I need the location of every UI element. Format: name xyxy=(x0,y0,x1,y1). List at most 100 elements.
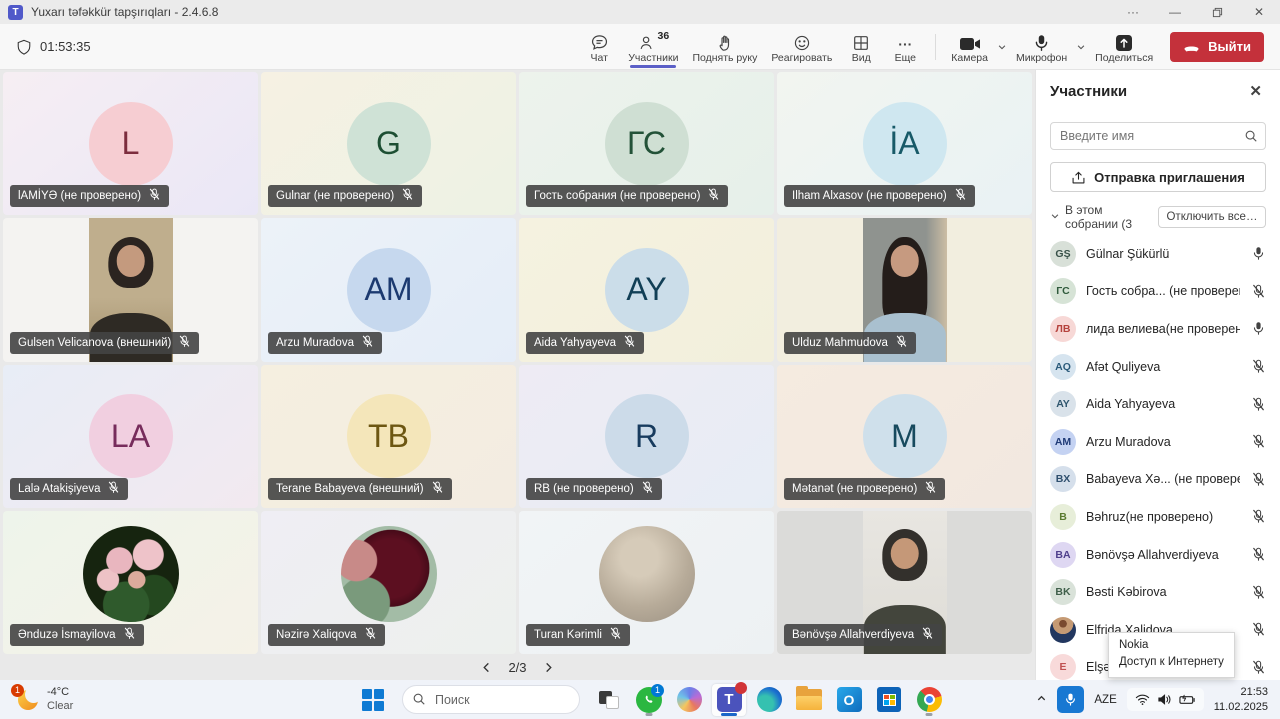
video-tile[interactable]: Ənduzə İsmayilova xyxy=(3,511,258,654)
video-tile[interactable]: ГС Гость собрания (не проверено) xyxy=(519,72,774,215)
video-tile[interactable]: R RB (не проверено) xyxy=(519,365,774,508)
participant-row[interactable]: AY Aida Yahyayeva xyxy=(1050,385,1266,423)
camera-options-chevron-icon[interactable] xyxy=(997,42,1007,52)
video-tile[interactable]: Bənövşə Allahverdiyeva xyxy=(777,511,1032,654)
video-tile[interactable]: Ulduz Mahmudova xyxy=(777,218,1032,361)
participant-avatar: AY xyxy=(1050,391,1076,417)
copilot-button[interactable] xyxy=(672,684,706,716)
whatsapp-button[interactable]: 1 xyxy=(632,684,666,716)
leave-button[interactable]: Выйти xyxy=(1170,32,1264,62)
tray-expand-chevron-icon[interactable] xyxy=(1036,693,1047,707)
participant-mic-icon[interactable] xyxy=(1250,622,1266,637)
video-tile[interactable]: AM Arzu Muradova xyxy=(261,218,516,361)
teams-notification-dot xyxy=(735,682,747,694)
previous-page-icon[interactable] xyxy=(481,662,492,673)
video-tile[interactable]: Gulsen Velicanova (внешний) xyxy=(3,218,258,361)
participant-row[interactable]: ЛВ лида велиева(не проверено) xyxy=(1050,310,1266,348)
ms-store-button[interactable] xyxy=(872,684,906,716)
view-button[interactable]: Вид xyxy=(839,25,883,69)
more-button[interactable]: ··· Еще xyxy=(883,25,927,69)
edge-button[interactable] xyxy=(752,684,786,716)
participant-mic-icon[interactable] xyxy=(1250,660,1266,675)
mic-in-use-indicator[interactable] xyxy=(1057,686,1084,713)
video-tile[interactable]: LA Lalə Atakişiyeva xyxy=(3,365,258,508)
weather-widget[interactable]: 1 -4°C Clear xyxy=(16,686,166,714)
video-tile[interactable]: Nəzirə Xaliqova xyxy=(261,511,516,654)
participant-row[interactable]: AM Arzu Muradova xyxy=(1050,423,1266,461)
video-tile[interactable]: TB Terane Babayeva (внешний) xyxy=(261,365,516,508)
participant-row[interactable]: BA Bənövşə Allahverdiyeva xyxy=(1050,536,1266,574)
mic-muted-icon xyxy=(107,481,120,497)
tile-name: Aida Yahyayeva xyxy=(534,337,616,349)
react-button[interactable]: Реагировать xyxy=(764,25,839,69)
participants-button[interactable]: 36 Участники xyxy=(621,25,685,69)
send-invite-button[interactable]: Отправка приглашения xyxy=(1050,162,1266,192)
video-tile[interactable]: AY Aida Yahyayeva xyxy=(519,218,774,361)
participant-mic-icon[interactable] xyxy=(1250,472,1266,487)
tile-name: Turan Kərimli xyxy=(534,629,602,641)
photo-avatar xyxy=(599,526,695,622)
section-chevron-icon[interactable] xyxy=(1050,210,1060,224)
raise-hand-button[interactable]: Поднять руку xyxy=(685,25,764,69)
participant-mic-icon[interactable] xyxy=(1250,397,1266,412)
participant-avatar: E xyxy=(1050,654,1076,680)
window-more-icon[interactable]: ··· xyxy=(1112,0,1154,24)
microphone-options-chevron-icon[interactable] xyxy=(1076,42,1086,52)
chat-button[interactable]: Чат xyxy=(577,25,621,69)
keyboard-language[interactable]: AZE xyxy=(1094,694,1116,706)
window-minimize-icon[interactable]: — xyxy=(1154,0,1196,24)
toolbar-divider xyxy=(935,34,936,60)
microphone-button[interactable]: Микрофон xyxy=(1009,25,1074,69)
whatsapp-running-indicator xyxy=(646,713,653,716)
task-view-button[interactable] xyxy=(592,684,626,716)
video-tile[interactable]: M Mətanət (не проверено) xyxy=(777,365,1032,508)
outlook-button[interactable]: O xyxy=(832,684,866,716)
participant-mic-icon[interactable] xyxy=(1250,321,1266,336)
window-close-icon[interactable]: ✕ xyxy=(1238,0,1280,24)
taskbar-search-input[interactable] xyxy=(402,685,580,714)
camera-button[interactable]: Камера xyxy=(944,25,995,69)
tile-nameplate: Mətanət (не проверено) xyxy=(784,478,945,500)
participant-row[interactable]: ГС Гость собра... (не проверено) xyxy=(1050,273,1266,311)
network-tooltip-status: Доступ к Интернету xyxy=(1119,654,1224,671)
participant-mic-icon[interactable] xyxy=(1250,434,1266,449)
participant-mic-icon[interactable] xyxy=(1250,359,1266,374)
participant-mic-icon[interactable] xyxy=(1250,284,1266,299)
next-page-icon[interactable] xyxy=(543,662,554,673)
mute-all-button[interactable]: Отключить все мик... xyxy=(1158,206,1266,228)
participant-avatar: BX xyxy=(1050,466,1076,492)
invite-share-icon xyxy=(1071,170,1086,185)
tile-name: Lalə Atakişiyeva xyxy=(18,483,100,495)
video-tile[interactable]: İA Ilham Alxasov (не проверено) xyxy=(777,72,1032,215)
file-explorer-button[interactable] xyxy=(792,684,826,716)
participant-mic-icon[interactable] xyxy=(1250,509,1266,524)
video-tile[interactable]: L lAMİYƏ (не проверено) xyxy=(3,72,258,215)
tile-nameplate: Arzu Muradova xyxy=(268,332,382,354)
participant-row[interactable]: BK Bəsti Kəbirova xyxy=(1050,573,1266,611)
panel-close-icon[interactable]: ✕ xyxy=(1245,80,1266,102)
chrome-button[interactable] xyxy=(912,684,946,716)
tile-name: Gulsen Velicanova (внешний) xyxy=(18,337,171,349)
participant-mic-icon[interactable] xyxy=(1250,547,1266,562)
participant-row[interactable]: GŞ Gülnar Şükürlü xyxy=(1050,235,1266,273)
participants-panel: Участники ✕ Отправка приглашения В этом … xyxy=(1035,70,1280,680)
participant-search-input[interactable] xyxy=(1050,122,1266,150)
photo-avatar xyxy=(83,526,179,622)
raise-hand-icon xyxy=(716,30,734,52)
start-button[interactable] xyxy=(356,684,390,716)
video-tile[interactable]: G Gulnar (не проверено) xyxy=(261,72,516,215)
participant-row[interactable]: AQ Afət Quliyeva xyxy=(1050,348,1266,386)
window-restore-icon[interactable] xyxy=(1196,0,1238,24)
tile-name: Arzu Muradova xyxy=(276,337,354,349)
participant-mic-icon[interactable] xyxy=(1250,585,1266,600)
video-grid: L lAMİYƏ (не проверено) G Gulnar (не про… xyxy=(3,72,1032,654)
system-tray-icons[interactable] xyxy=(1127,688,1204,711)
share-button[interactable]: Поделиться xyxy=(1088,25,1160,69)
participant-mic-icon[interactable] xyxy=(1250,246,1266,261)
participant-row[interactable]: B Bəhruz(не проверено) xyxy=(1050,498,1266,536)
video-tile[interactable]: Turan Kərimli xyxy=(519,511,774,654)
participant-row[interactable]: BX Babayeva Xə... (не проверено) xyxy=(1050,461,1266,499)
participant-name: Bənövşə Allahverdiyeva xyxy=(1086,548,1240,562)
teams-button[interactable]: T xyxy=(712,684,746,716)
taskbar-clock[interactable]: 21:53 11.02.2025 xyxy=(1214,685,1268,715)
